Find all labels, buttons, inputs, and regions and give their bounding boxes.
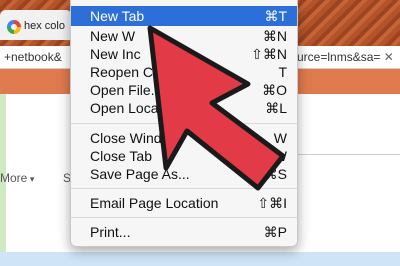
tab-title: hex colo bbox=[24, 20, 65, 32]
menu-item-shortcut: ⇧⌘I bbox=[257, 195, 287, 211]
menu-item-open-file[interactable]: Open File... ⌘O bbox=[71, 80, 297, 100]
page-divider bbox=[294, 154, 400, 155]
menu-item-open-location[interactable]: Open Locati ⌘L bbox=[71, 98, 297, 118]
menu-item-shortcut: ⌘T bbox=[264, 8, 287, 24]
menu-item-label: Reopen C bbox=[90, 64, 154, 80]
menu-item-shortcut: ⌘N bbox=[262, 28, 287, 44]
menu-item-shortcut: ⇧⌘N bbox=[251, 46, 287, 62]
more-link[interactable]: More bbox=[0, 171, 34, 185]
menu-item-label: New W bbox=[90, 28, 136, 44]
menu-item-shortcut: ⌘L bbox=[265, 100, 287, 116]
menu-item-label: Open Locati bbox=[90, 100, 166, 116]
menu-item-email-page-location[interactable]: Email Page Location ⇧⌘I bbox=[71, 193, 297, 213]
menu-separator bbox=[71, 217, 297, 218]
menu-item-label: Close Window bbox=[90, 130, 180, 146]
menu-item-label: New Tab bbox=[90, 8, 145, 24]
google-icon bbox=[7, 20, 21, 34]
url-text-right: urce=lnms&sa= bbox=[297, 50, 394, 64]
menu-item-shortcut: ⌘S bbox=[263, 166, 287, 182]
menu-item-save-page-as[interactable]: Save Page As... ⌘S bbox=[71, 164, 297, 184]
menu-item-shortcut: ⌘W bbox=[259, 148, 287, 164]
file-menu: New Tab ⌘T New W ⌘N New Inc ⇧⌘N Reopen C… bbox=[70, 0, 298, 247]
menu-item-label: Save Page As... bbox=[90, 166, 190, 182]
menu-item-shortcut: ⌘O bbox=[262, 82, 287, 98]
menu-item-new-window[interactable]: New W ⌘N bbox=[71, 26, 297, 46]
menu-item-reopen-closed-tab[interactable]: Reopen C T bbox=[71, 62, 297, 82]
menu-item-print[interactable]: Print... ⌘P bbox=[71, 222, 297, 242]
menu-item-label: Print... bbox=[90, 224, 131, 240]
menu-item-new-tab[interactable]: New Tab ⌘T bbox=[71, 6, 297, 26]
menu-item-close-tab[interactable]: Close Tab ⌘W bbox=[71, 146, 297, 166]
menu-item-shortcut: W bbox=[273, 130, 287, 146]
menu-item-label: Email Page Location bbox=[90, 195, 219, 211]
menu-item-label: New Inc bbox=[90, 46, 141, 62]
menu-item-shortcut: ⌘P bbox=[263, 224, 287, 240]
menu-item-close-window[interactable]: Close Window W bbox=[71, 128, 297, 148]
menu-item-shortcut: T bbox=[278, 64, 287, 80]
menu-item-label: Open File... bbox=[90, 82, 163, 98]
url-text-left: +netbook& bbox=[4, 50, 62, 64]
page-bottom-strip bbox=[0, 252, 400, 266]
menu-separator bbox=[71, 123, 297, 124]
menu-separator bbox=[71, 188, 297, 189]
menu-item-label: Close Tab bbox=[90, 148, 153, 164]
menu-item-new-incognito[interactable]: New Inc ⇧⌘N bbox=[71, 44, 297, 64]
